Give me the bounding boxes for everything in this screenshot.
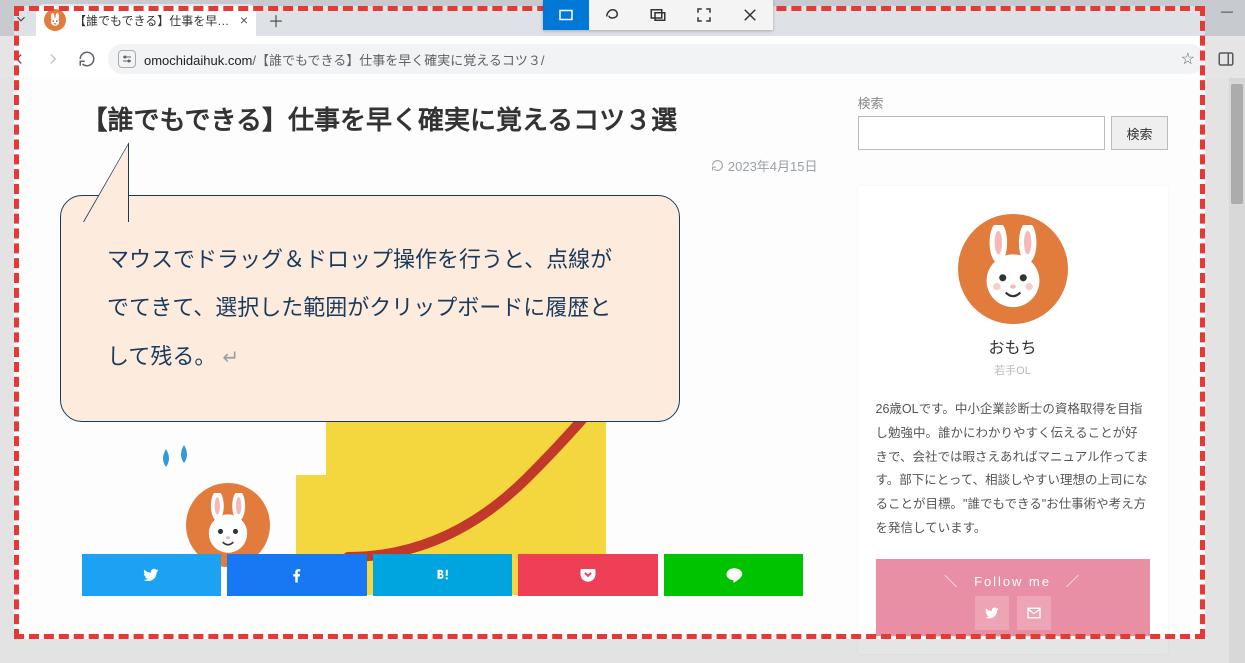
search-input[interactable] [858, 116, 1106, 150]
snip-close-button[interactable] [727, 0, 773, 30]
snip-window-button[interactable] [635, 0, 681, 30]
share-pocket[interactable] [518, 554, 658, 596]
article-date: 2023年4月15日 [78, 156, 824, 175]
follow-label: ＼ Follow me ／ [876, 571, 1150, 590]
instruction-callout: マウスでドラッグ＆ドロップ操作を行うと、点線がでてきて、選択した範囲がクリップボ… [60, 195, 680, 422]
new-tab-button[interactable]: ＋ [262, 6, 290, 34]
snipping-toolbar [543, 0, 773, 30]
back-icon[interactable] [10, 50, 28, 68]
snip-fullscreen-button[interactable] [681, 0, 727, 30]
follow-bar: ＼ Follow me ／ [876, 559, 1150, 636]
scrollbar-thumb[interactable] [1231, 84, 1243, 204]
share-line[interactable] [664, 554, 804, 596]
tab-title: 【誰でもできる】仕事を早く確実に覚 [74, 12, 234, 29]
reload-icon[interactable] [78, 50, 96, 68]
hero-illustration [78, 405, 824, 595]
share-bar [82, 554, 804, 596]
side-panel-icon[interactable] [1217, 50, 1235, 68]
sidebar: 検索 検索 おもち 若手OL 26歳OLです。中小企業診断士の資格取得を目指し勉… [858, 78, 1168, 654]
browser-tab[interactable]: 【誰でもできる】仕事を早く確実に覚 × [36, 4, 256, 36]
tab-search-dropdown[interactable] [10, 8, 32, 30]
address-bar[interactable]: omochidaihuk.com/【誰でもできる】仕事を早く確実に覚えるコツ３/… [108, 44, 1205, 74]
window-minimize-icon[interactable]: — [1221, 4, 1233, 18]
profile-name: おもち [876, 334, 1150, 358]
follow-mail-icon[interactable] [1017, 596, 1051, 630]
article-title: 【誰でもできる】仕事を早く確実に覚えるコツ３選 [78, 102, 824, 138]
return-symbol: ↵ [222, 347, 239, 369]
site-info-icon[interactable] [118, 50, 136, 68]
share-hatena[interactable] [373, 554, 513, 596]
vertical-scrollbar[interactable] [1229, 78, 1245, 663]
forward-icon[interactable] [44, 50, 62, 68]
tab-favicon [44, 9, 66, 31]
follow-twitter-icon[interactable] [975, 596, 1009, 630]
search-button[interactable]: 検索 [1111, 116, 1167, 150]
profile-bio: 26歳OLです。中小企業診断士の資格取得を目指し勉強中。誰かにわかりやすく伝える… [876, 398, 1150, 541]
share-facebook[interactable] [227, 554, 367, 596]
profile-avatar [958, 214, 1068, 324]
window-controls: — [1221, 4, 1241, 18]
callout-text: マウスでドラッグ＆ドロップ操作を行うと、点線がでてきて、選択した範囲がクリップボ… [107, 247, 612, 369]
toolbar: omochidaihuk.com/【誰でもできる】仕事を早く確実に覚えるコツ３/… [0, 36, 1245, 79]
sweat-drops-icon [156, 443, 198, 485]
profile-subtitle: 若手OL [876, 362, 1150, 378]
bookmark-star-icon[interactable]: ☆ [1181, 49, 1195, 69]
refresh-icon [711, 159, 724, 172]
url-text: omochidaihuk.com/【誰でもできる】仕事を早く確実に覚えるコツ３/ [144, 50, 544, 69]
snip-freeform-button[interactable] [589, 0, 635, 30]
search-label: 検索 [858, 93, 1168, 112]
snip-rectangle-button[interactable] [543, 0, 589, 30]
tab-close-icon[interactable]: × [240, 12, 248, 28]
profile-card: おもち 若手OL 26歳OLです。中小企業診断士の資格取得を目指し勉強中。誰かに… [858, 186, 1168, 654]
share-twitter[interactable] [82, 554, 222, 596]
